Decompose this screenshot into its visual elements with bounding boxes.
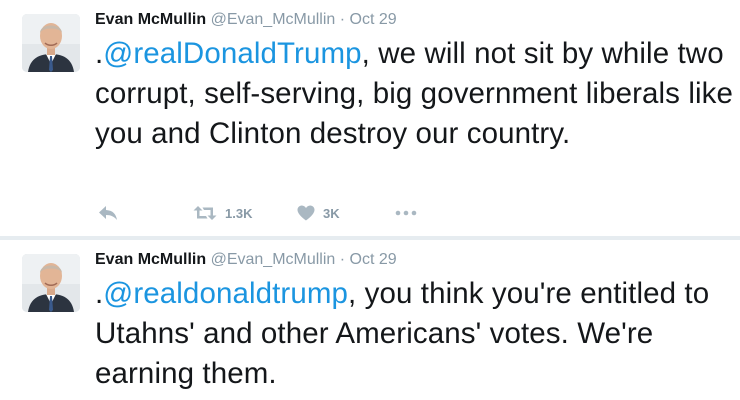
tweet-timestamp[interactable]: Oct 29 [350, 251, 397, 268]
mention-link[interactable]: @realDonaldTrump [103, 37, 361, 70]
author-name[interactable]: Evan McMullin [95, 251, 206, 268]
author-handle[interactable]: @Evan_McMullin [211, 251, 336, 268]
header-separator: · [339, 11, 346, 28]
tweet-card[interactable]: Evan McMullin @Evan_McMullin · Oct 29 .@… [0, 240, 740, 400]
tweet-text: .@realdonaldtrump, you think you're enti… [95, 274, 735, 394]
reply-button[interactable] [97, 202, 119, 224]
tweet-timeline: Evan McMullin @Evan_McMullin · Oct 29 .@… [0, 0, 740, 400]
retweet-count: 1.3K [225, 205, 253, 221]
avatar-photo [22, 254, 80, 312]
tweet-card[interactable]: Evan McMullin @Evan_McMullin · Oct 29 .@… [0, 0, 740, 236]
tweet-actions: 1.3K 3K [95, 202, 495, 224]
retweet-icon [193, 206, 217, 220]
retweet-button[interactable]: 1.3K [193, 202, 252, 224]
avatar[interactable] [22, 254, 80, 312]
reply-icon [99, 206, 117, 220]
avatar[interactable] [22, 14, 80, 72]
tweet-header: Evan McMullin @Evan_McMullin · Oct 29 [95, 250, 397, 270]
avatar-photo [22, 14, 80, 72]
tweet-text: .@realDonaldTrump, we will not sit by wh… [95, 34, 735, 154]
author-handle[interactable]: @Evan_McMullin [211, 11, 336, 28]
more-options-button[interactable] [395, 202, 417, 224]
author-name[interactable]: Evan McMullin [95, 11, 206, 28]
like-button[interactable]: 3K [297, 202, 340, 224]
tweet-timestamp[interactable]: Oct 29 [350, 11, 397, 28]
tweet-header: Evan McMullin @Evan_McMullin · Oct 29 [95, 10, 397, 30]
more-dots-icon [395, 210, 417, 216]
mention-link[interactable]: @realdonaldtrump [103, 277, 348, 310]
header-separator: · [339, 251, 346, 268]
heart-icon [297, 205, 315, 221]
like-count: 3K [323, 205, 340, 221]
